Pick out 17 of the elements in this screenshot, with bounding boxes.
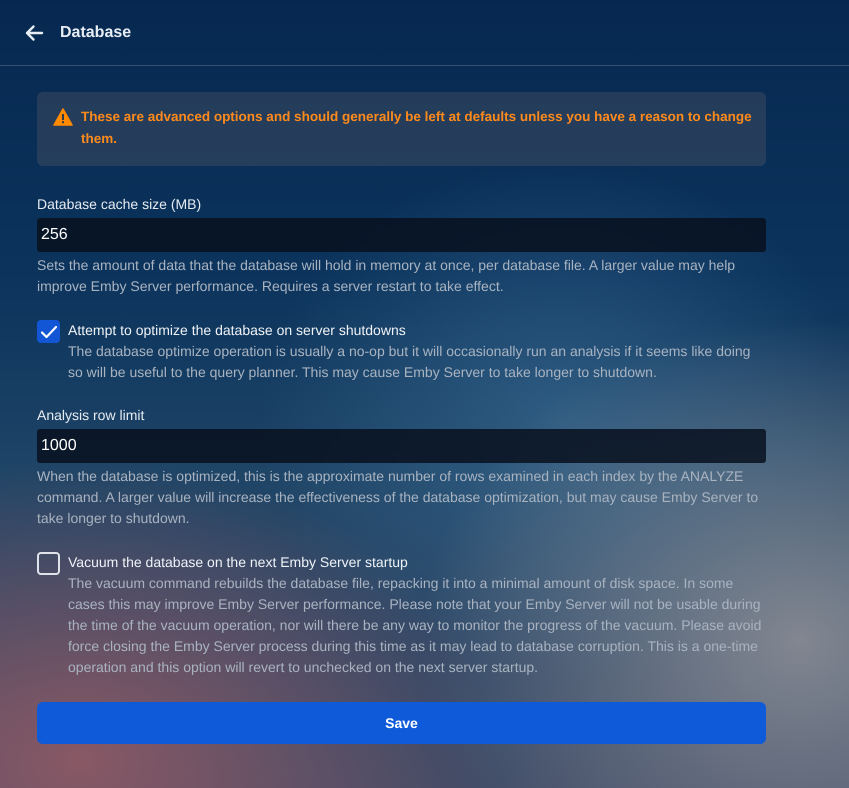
page-title: Database [60,24,132,42]
help-text: The database optimize operation is usually a no-op but it will occasionally run an analysis if it seems like doing so will be useful to the query planner. This may cause Emby Server to take longer to shutdown. [68,342,752,382]
checkmark-icon [40,324,58,338]
warning-icon [53,108,73,126]
save-button[interactable]: Save [37,702,766,744]
back-arrow-icon [24,24,44,42]
help-text: The vacuum command rebuilds the database file, repacking it into a minimal amount of disk space. In some cases this may improve Emby Server performance. Please note that your Emby Server will not be usable during the time of the vacuum operation, nor will there be any way to monitor the progress of the vacuum. Please avoid force closing the Emby Server process during this time as it may lead to database corruption. This is a one-time operation and this option will revert to unchecked on the next server startup. [68,574,762,677]
help-text: Sets the amount of data that the database will hold in memory at once, per database file. A larger value may help improve Emby Server performance. Requires a server restart to take effect. [37,256,736,296]
help-text: When the database is optimized, this is the approximate number of rows examined in each index by the ANALYZE command. A larger value will increase the effectiveness of the database optimization, but may cause Emby Server to take longer to shutdown. [37,467,760,528]
input-field[interactable]: 1000 [37,429,766,463]
input-field[interactable]: 256 [37,218,766,252]
field-label: Analysis row limit [37,407,146,423]
checkbox[interactable] [37,320,60,343]
checkbox-label: Vacuum the database on the next Emby Server startup [68,554,409,570]
warning-text: These are advanced options and should generally be left at defaults unless you have a reason to change them. [81,108,752,148]
checkbox-label: Attempt to optimize the database on server shutdowns [68,322,407,338]
field-label: Database cache size (MB) [37,196,202,212]
